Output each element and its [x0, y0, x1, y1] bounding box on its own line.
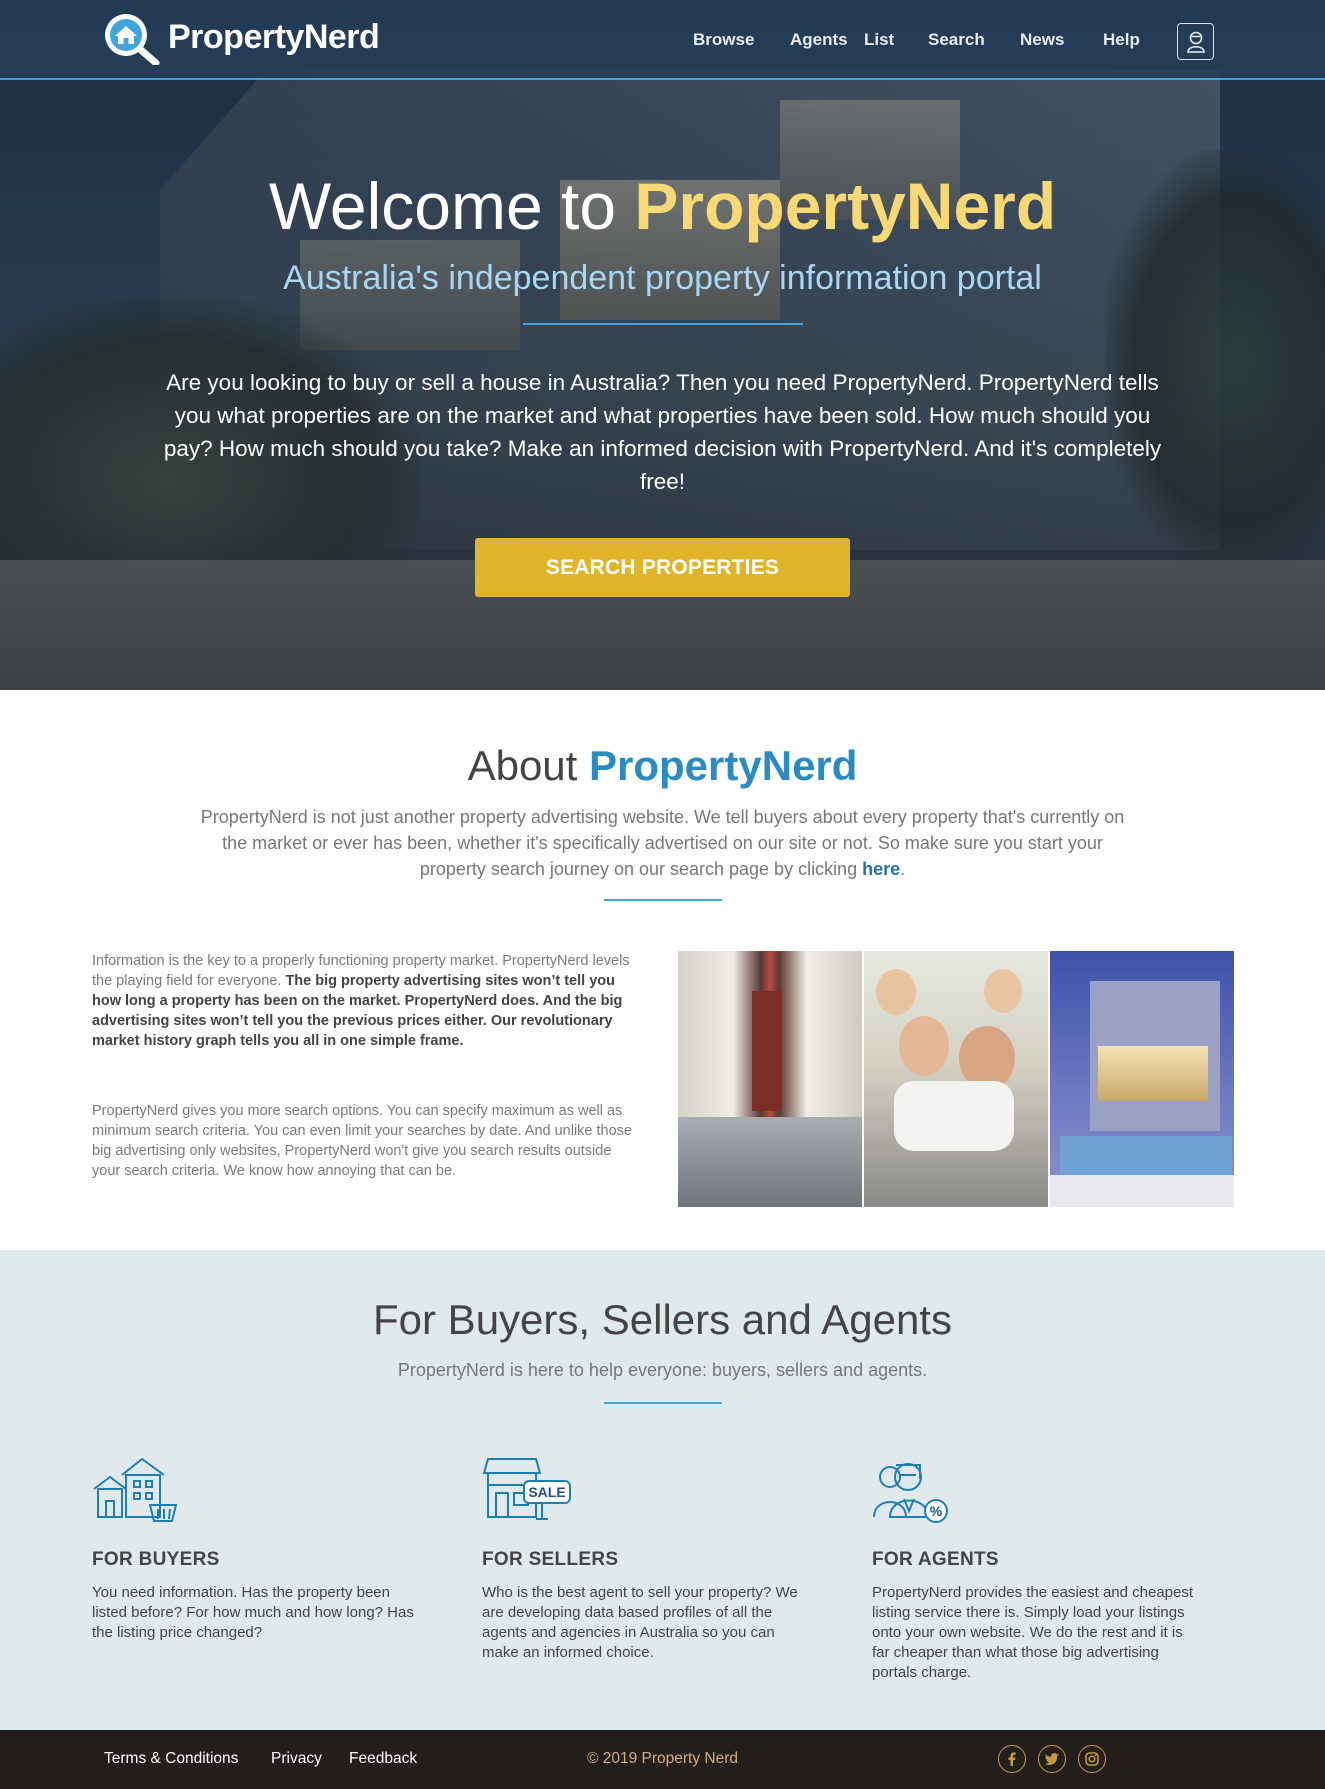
- sale-sign-shop-icon: SALE: [482, 1455, 572, 1525]
- footer: Terms & Conditions Privacy Feedback © 20…: [0, 1730, 1325, 1789]
- svg-text:%: %: [930, 1503, 943, 1519]
- search-properties-button[interactable]: SEARCH PROPERTIES: [475, 538, 850, 597]
- nav-agents[interactable]: Agents: [790, 30, 848, 50]
- hero-subtitle: Australia's independent property informa…: [283, 259, 1042, 297]
- audiences-title: For Buyers, Sellers and Agents: [373, 1296, 952, 1343]
- buyers-heading: FOR BUYERS: [92, 1549, 220, 1570]
- sellers-column: SALE FOR SELLERS Who is the best agent t…: [482, 1455, 812, 1663]
- nav-search[interactable]: Search: [928, 30, 985, 50]
- hero-title: Welcome to PropertyNerd: [268, 169, 1057, 243]
- search-page-link[interactable]: here: [862, 859, 900, 879]
- hallway-photo: [678, 951, 862, 1207]
- agents-heading: FOR AGENTS: [872, 1549, 999, 1570]
- instagram-icon[interactable]: [1078, 1745, 1106, 1773]
- nav-list[interactable]: List: [864, 30, 894, 50]
- twitter-icon[interactable]: [1038, 1745, 1066, 1773]
- nav-browse[interactable]: Browse: [693, 30, 754, 50]
- family-photo: [864, 951, 1048, 1207]
- sellers-heading: FOR SELLERS: [482, 1549, 619, 1570]
- hero-divider: [523, 323, 803, 325]
- audiences-subtitle: PropertyNerd is here to help everyone: b…: [397, 1360, 928, 1380]
- about-description: PropertyNerd is not just another propert…: [200, 807, 1125, 879]
- buyers-column: FOR BUYERS You need information. Has the…: [92, 1455, 422, 1643]
- nav-help[interactable]: Help: [1103, 30, 1140, 50]
- hero-description: Are you looking to buy or sell a house i…: [163, 370, 1162, 494]
- svg-text:SALE: SALE: [528, 1484, 565, 1500]
- modern-house-photo: [1050, 951, 1234, 1207]
- facebook-icon[interactable]: [998, 1745, 1026, 1773]
- hero-section: Welcome to PropertyNerd Australia's inde…: [0, 0, 1325, 690]
- buyers-text: You need information. Has the property b…: [92, 1584, 414, 1641]
- user-account-button[interactable]: [1177, 23, 1214, 60]
- about-photo-strip: [678, 951, 1234, 1207]
- about-divider: [604, 899, 722, 901]
- house-basket-icon: [92, 1455, 182, 1525]
- user-icon: [1186, 31, 1205, 53]
- about-title: About PropertyNerd: [467, 742, 858, 789]
- nav-menu: Browse Agents List Search News Help: [0, 30, 1325, 54]
- sellers-text: Who is the best agent to sell your prope…: [482, 1584, 798, 1661]
- top-navbar: PropertyNerd Browse Agents List Search N…: [0, 0, 1325, 80]
- agent-percent-icon: %: [872, 1455, 962, 1525]
- copyright: © 2019 Property Nerd: [587, 1750, 738, 1767]
- agents-column: % FOR AGENTS PropertyNerd provides the e…: [872, 1455, 1202, 1683]
- about-paragraph-search: PropertyNerd gives you more search optio…: [92, 1103, 632, 1179]
- audiences-divider: [604, 1402, 722, 1404]
- nav-news[interactable]: News: [1020, 30, 1064, 50]
- agents-text: PropertyNerd provides the easiest and ch…: [872, 1584, 1194, 1681]
- about-paragraph-info: Information is the key to a properly fun…: [92, 953, 630, 1049]
